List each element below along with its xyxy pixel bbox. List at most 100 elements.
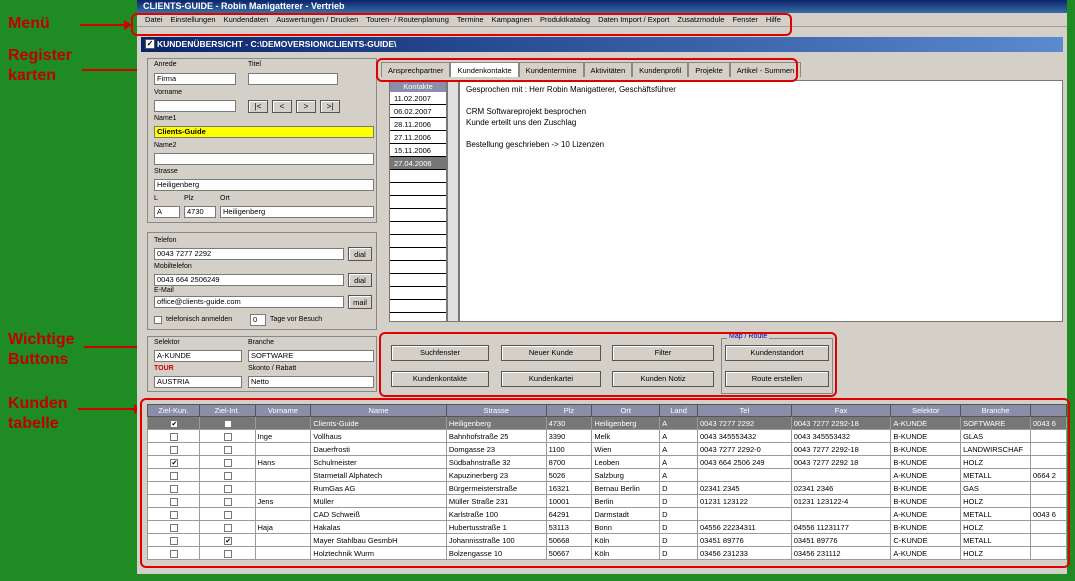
menu-kundendaten[interactable]: Kundendaten xyxy=(220,15,273,24)
anrede-field[interactable]: Firma xyxy=(154,73,236,85)
menu-touren[interactable]: Touren- / Routenplanung xyxy=(362,15,453,24)
col-tel[interactable]: Tel xyxy=(696,404,792,417)
ziel-intern-checkbox[interactable] xyxy=(224,484,233,493)
menu-termine[interactable]: Termine xyxy=(453,15,488,24)
ziel-intern-checkbox[interactable] xyxy=(224,458,233,467)
kunden-notiz-button[interactable]: Kunden Notiz xyxy=(612,371,714,387)
name1-field[interactable]: Clients-Guide xyxy=(154,126,374,138)
col-plz[interactable]: Plz xyxy=(545,404,593,417)
nav-first-button[interactable]: |< xyxy=(248,100,268,113)
menu-fenster[interactable]: Fenster xyxy=(728,15,761,24)
anmelden-checkbox[interactable] xyxy=(154,316,162,324)
telefon-field[interactable]: 0043 7277 2292 xyxy=(154,248,344,260)
table-row[interactable]: ✔ Clients-Guide Heiligenberg 4730 Heiligenbe… xyxy=(147,416,1067,430)
nav-next-button[interactable]: > xyxy=(296,100,316,113)
tab-artikel-summen[interactable]: Artikel - Summen xyxy=(729,62,802,77)
menu-einstellungen[interactable]: Einstellungen xyxy=(167,15,220,24)
ziel-intern-checkbox[interactable] xyxy=(224,497,233,506)
selektor-field[interactable]: A-KUNDE xyxy=(154,350,242,362)
mail-button[interactable]: mail xyxy=(348,295,372,309)
ziel-kunde-checkbox[interactable] xyxy=(170,484,179,493)
ziel-intern-checkbox[interactable] xyxy=(224,419,233,428)
col-branche[interactable]: Branche xyxy=(960,404,1032,417)
col-ziel-kun[interactable]: Ziel-Kun. xyxy=(147,404,200,417)
ziel-kunde-checkbox[interactable] xyxy=(170,497,179,506)
ziel-intern-checkbox[interactable] xyxy=(224,549,233,558)
date-item[interactable]: 11.02.2007 xyxy=(390,92,446,105)
ziel-kunde-checkbox[interactable] xyxy=(170,510,179,519)
tab-kundenkontakte[interactable]: Kundenkontakte xyxy=(450,62,519,77)
route-erstellen-button[interactable]: Route erstellen xyxy=(725,371,829,387)
ziel-intern-checkbox[interactable] xyxy=(224,445,233,454)
ziel-kunde-checkbox[interactable]: ✔ xyxy=(170,458,179,467)
col-ort[interactable]: Ort xyxy=(591,404,661,417)
vorname-field[interactable] xyxy=(154,100,236,112)
email-field[interactable]: office@clients-guide.com xyxy=(154,296,344,308)
plz-field[interactable]: 4730 xyxy=(184,206,216,218)
menu-kampagnen[interactable]: Kampagnen xyxy=(488,15,536,24)
menu-produktkatalog[interactable]: Produktkatalog xyxy=(536,15,594,24)
date-item[interactable]: 15.11.2006 xyxy=(390,144,446,157)
ziel-kunde-checkbox[interactable] xyxy=(170,523,179,532)
tab-kundentermine[interactable]: Kundentermine xyxy=(518,62,584,77)
menu-datei[interactable]: Datei xyxy=(141,15,167,24)
col-ziel-int[interactable]: Ziel-Int. xyxy=(198,404,256,417)
land-field[interactable]: A xyxy=(154,206,180,218)
branche-field[interactable]: SOFTWARE xyxy=(248,350,374,362)
dial-mobil-button[interactable]: dial xyxy=(348,273,372,287)
filter-button[interactable]: Filter xyxy=(612,345,714,361)
table-row[interactable]: Dauerfrosti Domgasse 23 1100 Wien A 0043 7277… xyxy=(147,442,1067,456)
kundenkontakte-button[interactable]: Kundenkontakte xyxy=(391,371,489,387)
mobil-field[interactable]: 0043 664 2506249 xyxy=(154,274,344,286)
strasse-field[interactable]: Heiligenberg xyxy=(154,179,374,191)
date-item-selected[interactable]: 27.04.2006 xyxy=(390,157,446,170)
nav-last-button[interactable]: >| xyxy=(320,100,340,113)
menu-zusatzmodule[interactable]: Zusatzmodule xyxy=(673,15,728,24)
ziel-intern-checkbox[interactable] xyxy=(224,432,233,441)
contact-notes[interactable]: Gesprochen mit : Herr Robin Manigatterer… xyxy=(459,80,1063,322)
table-row[interactable]: Starmetall Alphatech Kapuzinerberg 23 5026… xyxy=(147,468,1067,482)
kundenkartei-button[interactable]: Kundenkartei xyxy=(501,371,601,387)
menu-import-export[interactable]: Daten Import / Export xyxy=(594,15,673,24)
date-item[interactable]: 06.02.2007 xyxy=(390,105,446,118)
ziel-intern-checkbox[interactable] xyxy=(224,471,233,480)
col-land[interactable]: Land xyxy=(659,404,698,417)
skonto-field[interactable]: Netto xyxy=(248,376,374,388)
date-item[interactable]: 28.11.2006 xyxy=(390,118,446,131)
ziel-kunde-checkbox[interactable] xyxy=(170,432,179,441)
table-row[interactable]: Jens Müller Müller Straße 231 10001 Berlin D 0… xyxy=(147,494,1067,508)
neuer-kunde-button[interactable]: Neuer Kunde xyxy=(501,345,601,361)
ziel-kunde-checkbox[interactable] xyxy=(170,536,179,545)
table-row[interactable]: RumGas AG Bürgermeisterstraße 16321 Bernau … xyxy=(147,481,1067,495)
col-extra[interactable] xyxy=(1030,404,1067,417)
tab-kundenprofil[interactable]: Kundenprofil xyxy=(632,62,689,77)
table-row[interactable]: Haja Hakalas Hubertusstraße 1 53113 Bonn D 045… xyxy=(147,520,1067,534)
ziel-kunde-checkbox[interactable]: ✔ xyxy=(170,419,179,428)
table-row[interactable]: CAD Schweiß Karlstraße 100 64291 Darmstadt D… xyxy=(147,507,1067,521)
table-row[interactable]: ✔ Hans Schulmeister Südbahnstraße 32 8700 Leo… xyxy=(147,455,1067,469)
ort-field[interactable]: Heiligenberg xyxy=(220,206,374,218)
table-row[interactable]: Inge Vollhaus Bahnhofstraße 25 3390 Melk A 004… xyxy=(147,429,1067,443)
nav-prev-button[interactable]: < xyxy=(272,100,292,113)
tab-aktivitaeten[interactable]: Aktivitäten xyxy=(583,62,633,77)
table-row[interactable]: ✔ Mayer Stahlbau GesmbH Johannisstraße 100… xyxy=(147,533,1067,547)
kundenstandort-button[interactable]: Kundenstandort xyxy=(725,345,829,361)
col-strasse[interactable]: Strasse xyxy=(445,404,547,417)
ziel-kunde-checkbox[interactable] xyxy=(170,445,179,454)
table-row[interactable]: Holztechnik Wurm Bolzengasse 10 50667 Köln D… xyxy=(147,546,1067,560)
tab-ansprechpartner[interactable]: Ansprechpartner xyxy=(381,62,451,77)
ziel-intern-checkbox[interactable]: ✔ xyxy=(224,536,233,545)
ziel-intern-checkbox[interactable] xyxy=(224,523,233,532)
tour-field[interactable]: AUSTRIA xyxy=(154,376,242,388)
col-name[interactable]: Name xyxy=(310,404,447,417)
suchfenster-button[interactable]: Suchfenster xyxy=(391,345,489,361)
col-selektor[interactable]: Selektor xyxy=(890,404,962,417)
menu-hilfe[interactable]: Hilfe xyxy=(762,15,785,24)
ziel-intern-checkbox[interactable] xyxy=(224,510,233,519)
ziel-kunde-checkbox[interactable] xyxy=(170,471,179,480)
ziel-kunde-checkbox[interactable] xyxy=(170,549,179,558)
tage-field[interactable]: 0 xyxy=(250,314,266,326)
notes-scrollbar[interactable] xyxy=(447,80,459,322)
col-fax[interactable]: Fax xyxy=(790,404,892,417)
date-item[interactable]: 27.11.2006 xyxy=(390,131,446,144)
